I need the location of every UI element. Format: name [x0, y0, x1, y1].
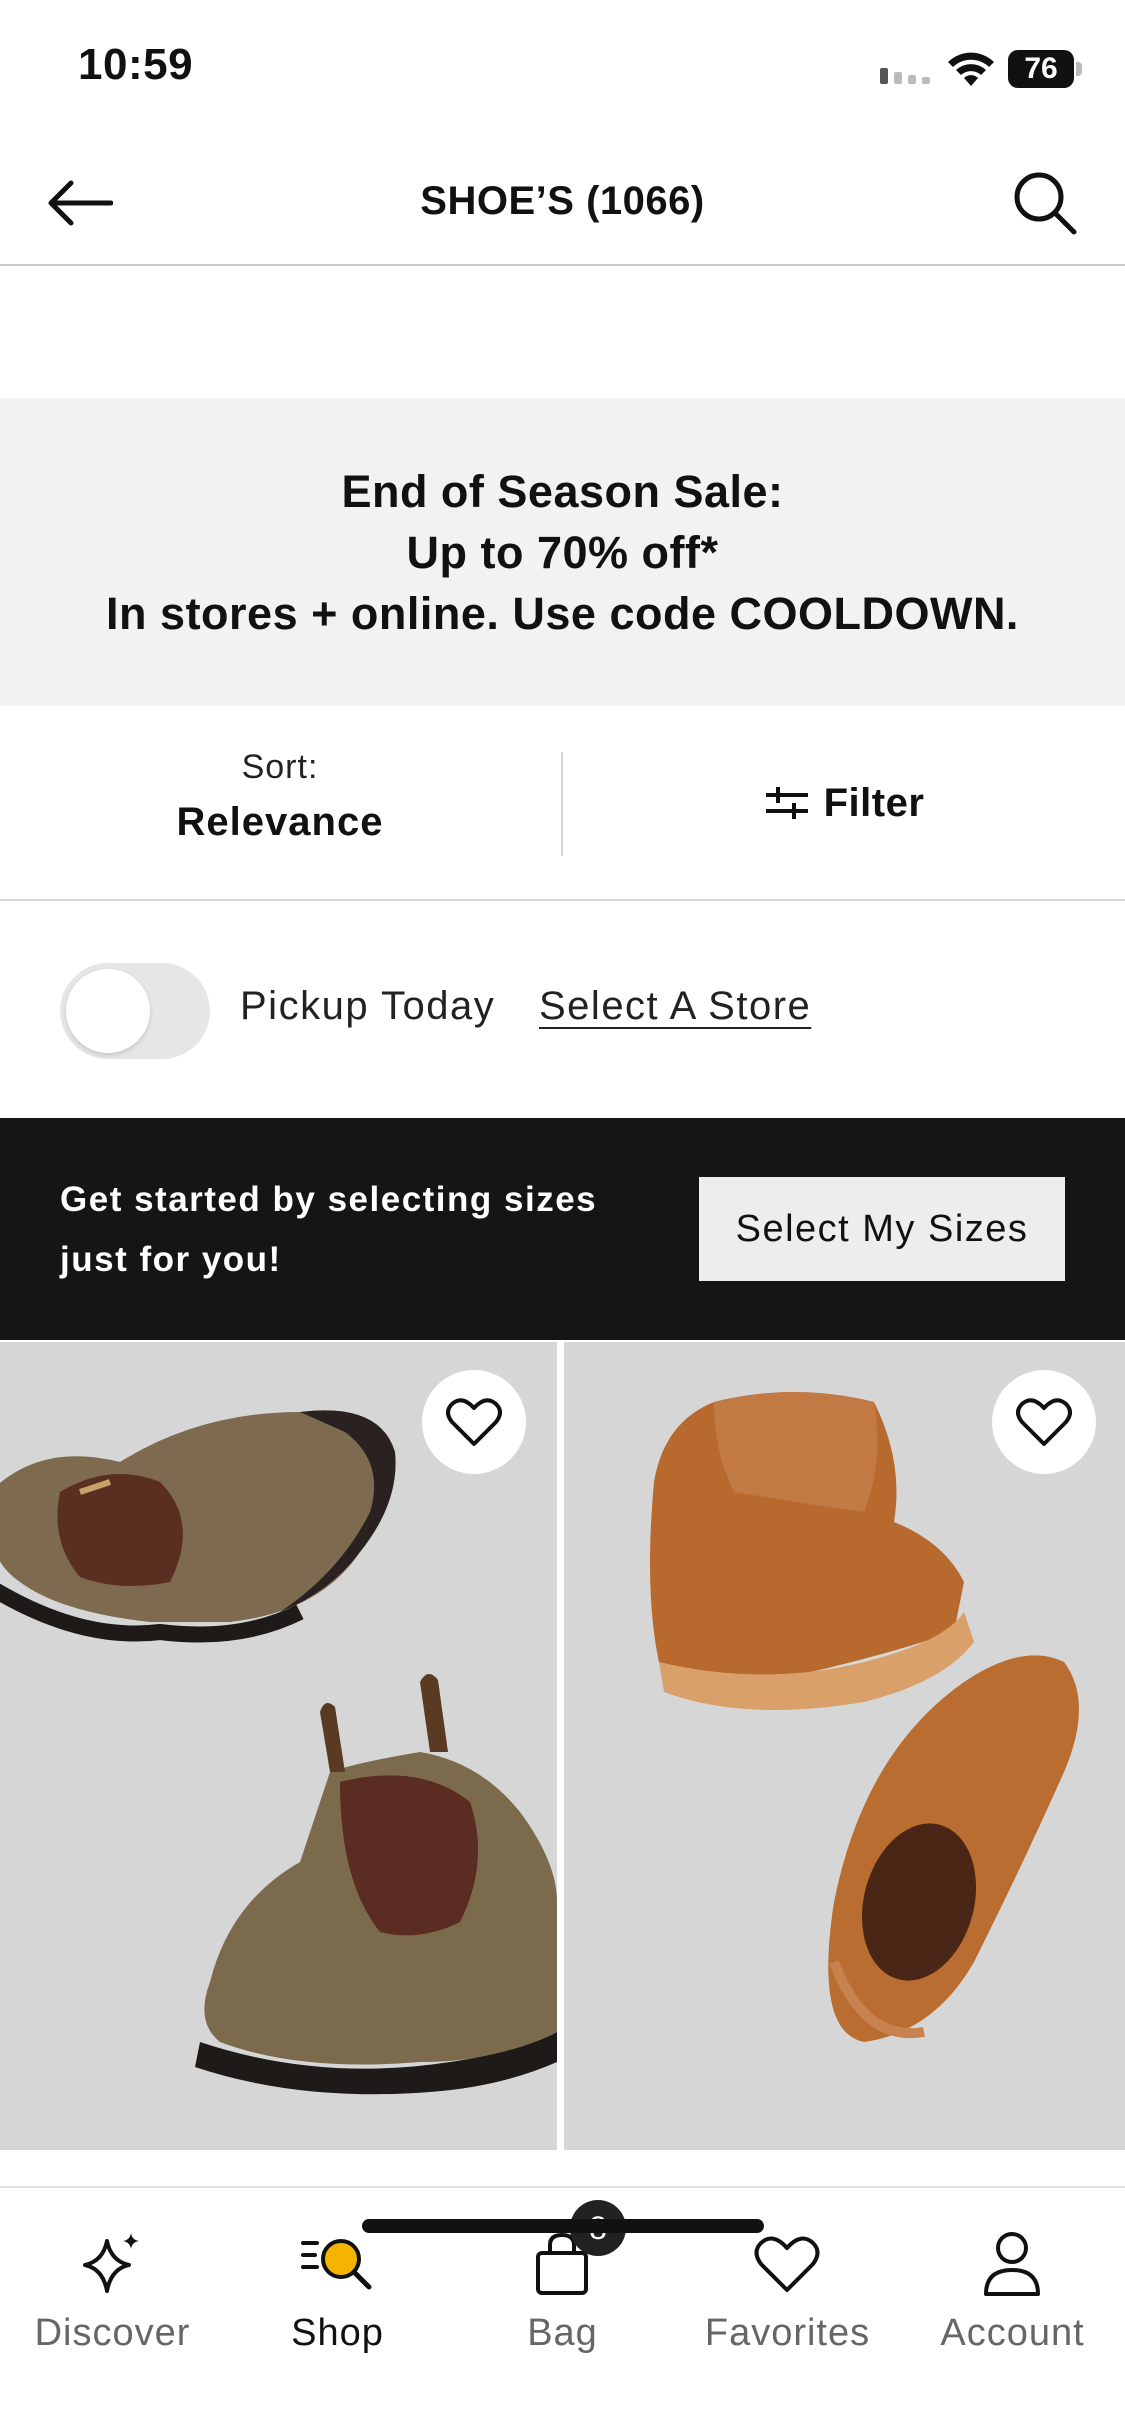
pickup-toggle[interactable]	[60, 963, 210, 1059]
size-banner-text: Get started by selecting sizes just for …	[60, 1180, 598, 1279]
page-title: SHOE’S (1066)	[420, 179, 705, 223]
select-store-link[interactable]: Select A Store	[539, 984, 811, 1029]
search-button[interactable]	[1005, 163, 1085, 243]
product-card[interactable]	[0, 1342, 557, 2150]
toggle-knob	[66, 969, 150, 1053]
status-bar: 10:59 76	[0, 0, 1125, 135]
sliders-icon	[765, 787, 808, 819]
next-row-peek	[0, 2150, 1125, 2186]
tab-label: Shop	[291, 2312, 384, 2354]
tab-shop[interactable]: Shop	[225, 2212, 450, 2362]
filter-label: Filter	[823, 780, 925, 825]
tab-label: Account	[940, 2312, 1085, 2354]
tab-favorites[interactable]: Favorites	[675, 2212, 900, 2362]
sort-caption: Sort:	[241, 748, 319, 786]
tab-label: Bag	[527, 2312, 598, 2354]
tab-label: Favorites	[704, 2312, 871, 2354]
promo-line-2: Up to 70% off*	[406, 526, 719, 578]
pickup-row: Pickup Today Select A Store	[0, 903, 1125, 1117]
tab-label: Discover	[34, 2312, 191, 2354]
tab-discover[interactable]: Discover	[0, 2212, 225, 2362]
promo-line-3: In stores + online. Use code COOLDOWN.	[106, 587, 1019, 639]
heart-icon	[1016, 1398, 1072, 1446]
sparkle-icon	[72, 2224, 152, 2304]
battery-level: 76	[1008, 50, 1074, 88]
person-icon	[972, 2224, 1052, 2304]
promo-banner[interactable]: End of Season Sale: Up to 70% off* In st…	[0, 398, 1125, 706]
select-sizes-button[interactable]: Select My Sizes	[699, 1177, 1065, 1281]
sort-filter-bar: Sort: Relevance Filter	[0, 708, 1125, 901]
sort-button[interactable]: Sort: Relevance	[0, 708, 560, 898]
nav-header: SHOE’S (1066)	[0, 135, 1125, 266]
status-time: 10:59	[78, 40, 194, 89]
product-card[interactable]	[564, 1342, 1125, 2150]
wifi-icon	[948, 52, 994, 86]
search-icon	[1014, 172, 1077, 235]
tab-account[interactable]: Account	[900, 2212, 1125, 2362]
favorite-button[interactable]	[422, 1370, 526, 1474]
tab-bag[interactable]: Bag	[450, 2212, 675, 2362]
size-banner: Get started by selecting sizes just for …	[0, 1118, 1125, 1340]
product-grid	[0, 1342, 1125, 2150]
favorite-button[interactable]	[992, 1370, 1096, 1474]
pickup-label: Pickup Today	[240, 984, 496, 1028]
heart-icon	[747, 2224, 827, 2304]
promo-line-1: End of Season Sale:	[341, 465, 784, 517]
filter-button[interactable]: Filter	[563, 708, 1125, 898]
sort-value: Relevance	[176, 800, 384, 844]
heart-icon	[446, 1398, 502, 1446]
home-indicator	[362, 2219, 764, 2233]
cellular-signal-icon	[880, 68, 930, 84]
battery-icon: 76	[1008, 50, 1082, 88]
shop-search-icon	[297, 2224, 377, 2304]
